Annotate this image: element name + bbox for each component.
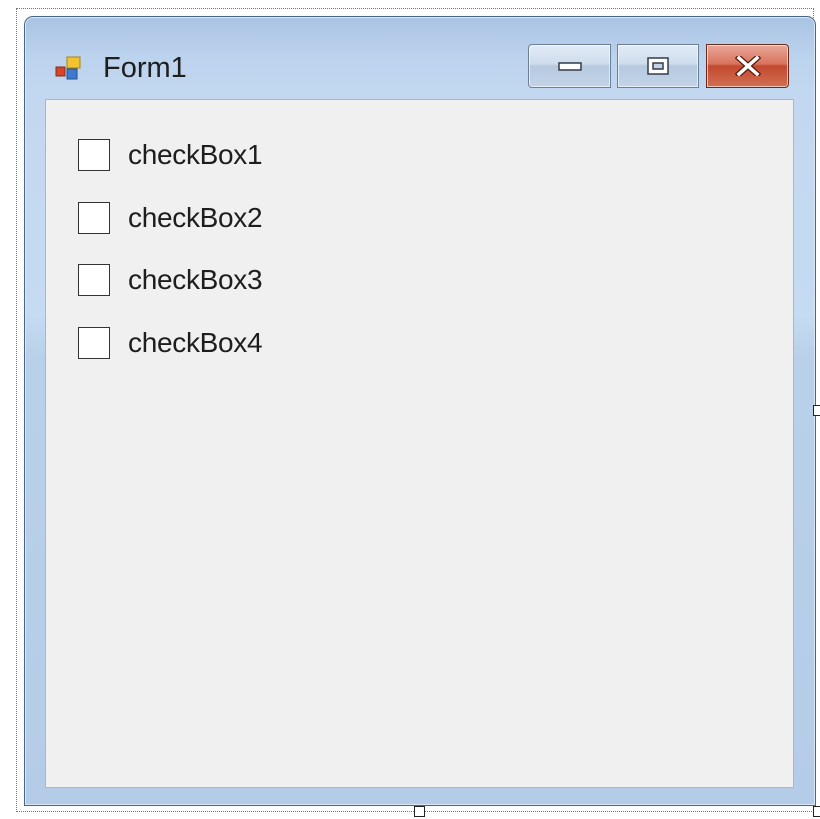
title-bar[interactable]: Form1 [25,17,815,97]
checkbox-box[interactable] [78,327,110,359]
checkbox-box[interactable] [78,264,110,296]
checkbox-box[interactable] [78,202,110,234]
checkbox-label[interactable]: checkBox2 [128,202,263,234]
checkbox-4[interactable]: checkBox4 [78,323,263,363]
checkbox-1[interactable]: checkBox1 [78,135,263,175]
resize-handle-bottom[interactable] [414,806,425,817]
window-title: Form1 [103,52,187,84]
form-window[interactable]: Form1 checkBox1 checkBox2 checkBox3 chec… [24,16,816,806]
minimize-icon [557,62,582,71]
maximize-icon [647,57,669,75]
close-button[interactable] [706,44,789,88]
winforms-app-icon [55,56,81,80]
resize-handle-right[interactable] [813,405,820,416]
minimize-button[interactable] [528,44,611,88]
checkbox-box[interactable] [78,139,110,171]
client-area: checkBox1 checkBox2 checkBox3 checkBox4 [45,99,794,788]
checkbox-label[interactable]: checkBox3 [128,264,263,296]
checkbox-3[interactable]: checkBox3 [78,260,263,300]
checkbox-label[interactable]: checkBox1 [128,139,263,171]
checkbox-2[interactable]: checkBox2 [78,198,263,238]
resize-handle-corner[interactable] [813,806,820,817]
close-icon [734,56,761,76]
checkbox-label[interactable]: checkBox4 [128,327,263,359]
maximize-button[interactable] [617,44,699,88]
